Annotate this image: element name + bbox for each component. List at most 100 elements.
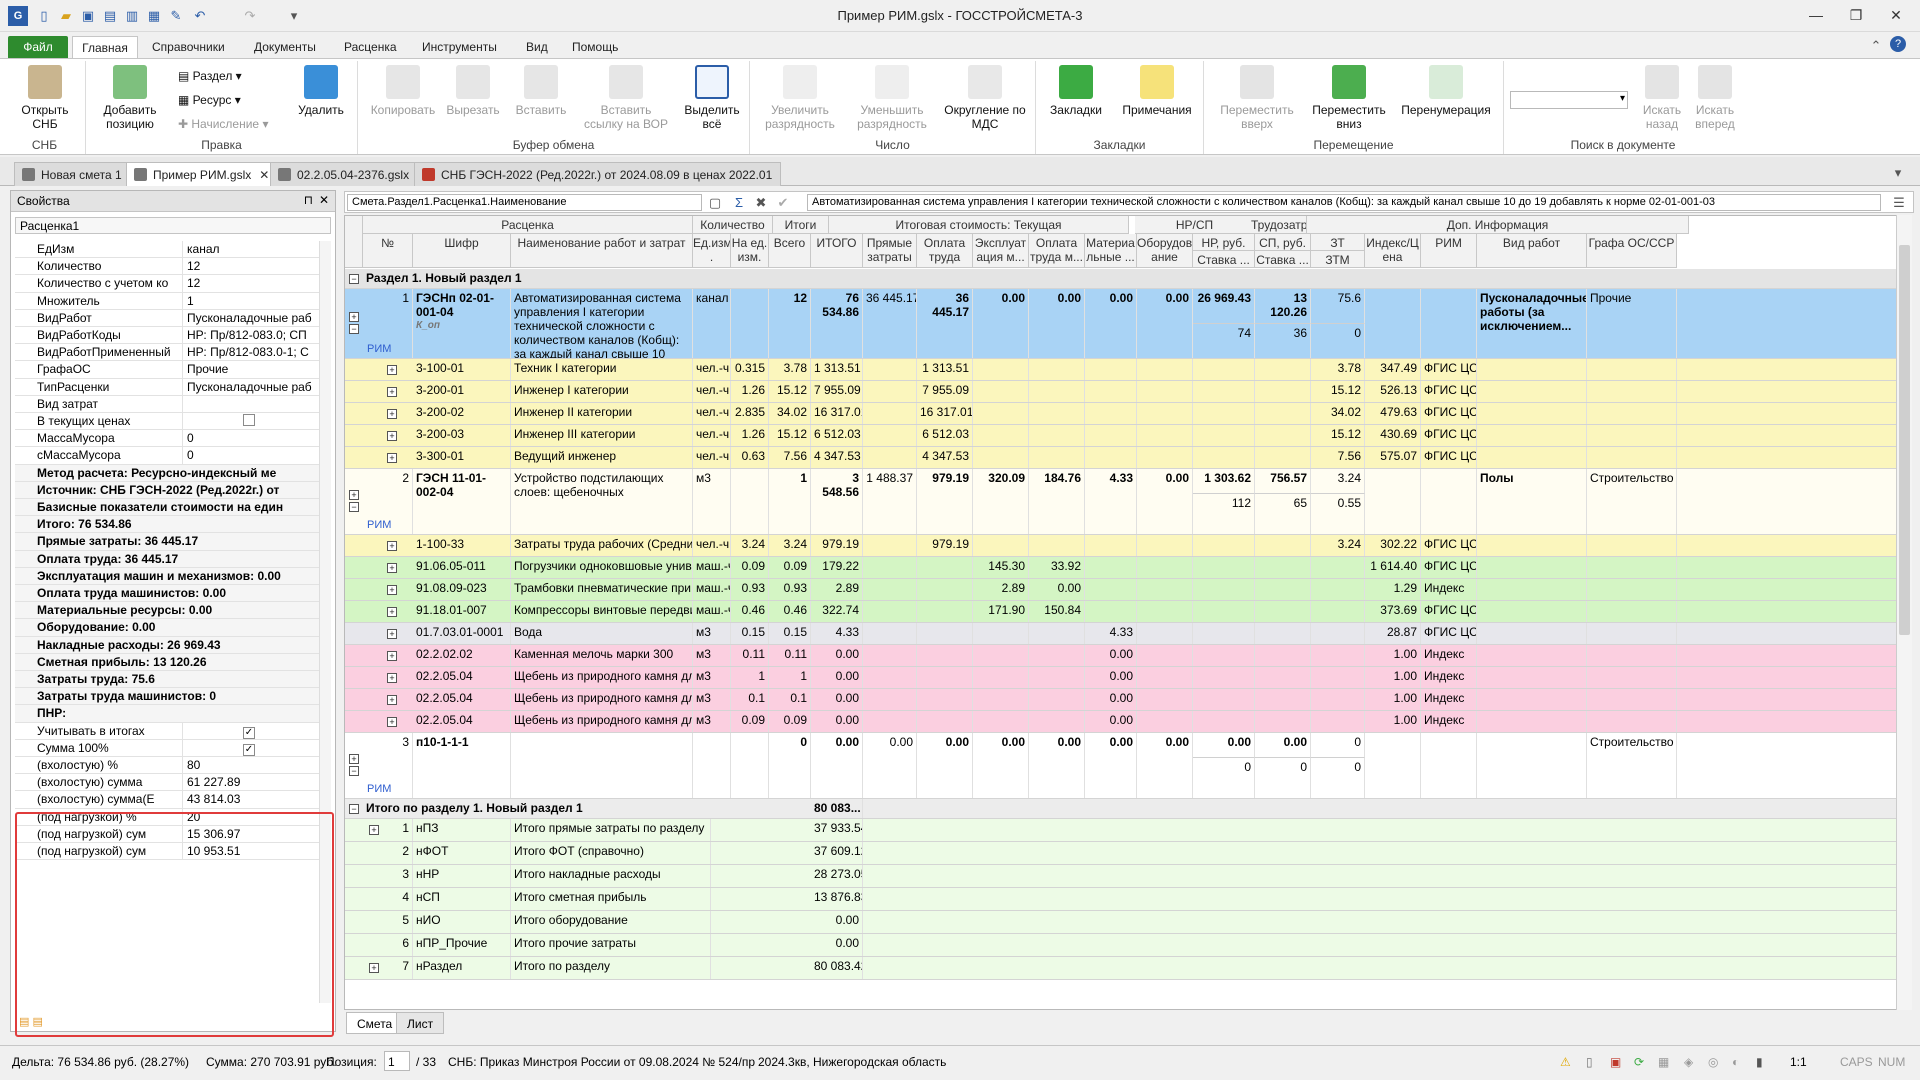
property-category[interactable]: ›Итого: 76 534.86 <box>15 516 327 534</box>
close-window-button[interactable]: ✕ <box>1876 4 1916 28</box>
computer-icon[interactable]: ▣ <box>1610 1055 1621 1069</box>
property-category[interactable]: ›Затраты труда: 75.6 <box>15 671 327 689</box>
tab-view[interactable]: Вид <box>518 36 556 59</box>
tab-references[interactable]: Справочники <box>144 36 233 59</box>
pin-icon[interactable]: ⊓ <box>304 193 313 207</box>
resource-row[interactable]: +91.08.09-023 Трамбовки пневматические пр… <box>345 579 1899 601</box>
scrollbar-thumb[interactable] <box>1899 245 1910 635</box>
total-row[interactable]: 5 нИО Итого оборудование 0.00 <box>345 911 1899 934</box>
resource-row[interactable]: +02.2.05.04Щебень из природного камня дл… <box>345 689 1899 711</box>
property-row[interactable]: (вхолостую) сумма 61 227.89 <box>15 774 327 792</box>
checkbox[interactable] <box>243 414 255 426</box>
page-icon[interactable]: ▯ <box>1586 1055 1593 1069</box>
property-row[interactable]: ТипРасценки Пусконаладочные раб <box>15 378 327 396</box>
sheet-tab-list[interactable]: Лист <box>396 1012 445 1034</box>
resource-row[interactable]: +3-200-01 Инженер I категории чел.-ч 1.26 15… <box>345 381 1899 403</box>
expand-formula-icon[interactable]: ☰ <box>1891 195 1907 211</box>
tabs-dropdown-icon[interactable]: ▾ <box>1888 163 1908 183</box>
close-panel-icon[interactable]: ✕ <box>319 193 329 207</box>
property-row[interactable]: (вхолостую) % 80 <box>15 757 327 775</box>
add-resource-button[interactable]: ▦ Ресурс ▾ <box>178 91 241 109</box>
column-subheader[interactable]: ЗТМ <box>1311 251 1365 268</box>
refresh-icon[interactable]: ⟳ <box>1634 1055 1644 1069</box>
property-value[interactable]: 1 <box>184 293 327 309</box>
doc-tab-new-estimate[interactable]: Новая смета 1 <box>14 162 131 186</box>
add-accrual-button[interactable]: ✚ Начисление ▾ <box>178 115 268 133</box>
resource-row[interactable]: +91.06.05-011 Погрузчики одноковшовые уни… <box>345 557 1899 579</box>
property-category[interactable]: ›Эксплуатация машин и механизмов: 0.00 <box>15 567 327 585</box>
column-header[interactable]: Всего <box>769 234 811 268</box>
expand-toggle-icon[interactable]: + <box>387 541 397 551</box>
object-selector[interactable]: Расценка1 <box>15 217 331 234</box>
resource-row[interactable]: +91.18.01-007 Компрессоры винтовые передв… <box>345 601 1899 623</box>
expand-toggle-icon[interactable]: − <box>349 502 359 512</box>
column-subheader[interactable]: Ставка ... <box>1193 251 1255 268</box>
cut-button[interactable]: Вырезать <box>444 65 502 117</box>
property-category[interactable]: ›Оплата труда машинистов: 0.00 <box>15 585 327 603</box>
column-header[interactable]: РИМ <box>1421 234 1477 268</box>
property-row[interactable]: ВидРабот Пусконаладочные раб <box>15 309 327 327</box>
tab-home[interactable]: Главная <box>72 36 138 59</box>
sync-icon[interactable]: ◐ <box>1732 1055 1739 1069</box>
maximize-button[interactable]: ❐ <box>1836 4 1876 28</box>
expand-toggle-icon[interactable]: + <box>387 409 397 419</box>
column-header[interactable]: Вид работ <box>1477 234 1587 268</box>
position-row[interactable]: + − РИМ 1 ГЭСНп 02-01-001-04 К_оп Автоматизиро… <box>345 289 1899 359</box>
paste-button[interactable]: Вставить <box>510 65 572 117</box>
column-header[interactable]: Эксплуат ация м... <box>973 234 1029 268</box>
resource-row[interactable]: +01.7.03.01-0001 Вода м3 0.15 0.15 4.33 4.33 28… <box>345 623 1899 645</box>
property-row[interactable]: МассаМусора 0 <box>15 430 327 448</box>
column-header[interactable]: № <box>363 234 413 268</box>
property-row[interactable]: ВидРаботПримененный НР: Пр/812-083.0-1; С <box>15 344 327 362</box>
property-row[interactable]: Учитывать в итогах ✓ <box>15 722 327 740</box>
doc-tab-example-rim[interactable]: Пример РИМ.gslx ✕ <box>126 162 279 186</box>
select-all-button[interactable]: Выделить всё <box>680 65 744 131</box>
close-tab-icon[interactable]: ✕ <box>259 168 269 182</box>
expand-toggle-icon[interactable]: + <box>387 651 397 661</box>
column-header[interactable]: Индекс/Ц ена <box>1365 234 1421 268</box>
book-status-icon[interactable]: ▮ <box>1756 1055 1763 1069</box>
property-value[interactable] <box>184 413 327 429</box>
property-row[interactable]: ВидРаботКоды НР: Пр/812-083.0; СП <box>15 327 327 345</box>
tab-file[interactable]: Файл <box>8 36 68 59</box>
expand-toggle-icon[interactable]: + <box>387 431 397 441</box>
doc-tab-snb[interactable]: СНБ ГЭСН-2022 (Ред.2022г.) от 2024.08.09… <box>414 162 782 186</box>
expand-toggle-icon[interactable]: − <box>349 324 359 334</box>
increase-precision-button[interactable]: Увеличить разрядность <box>758 65 842 131</box>
search-forward-button[interactable]: Искать вперед <box>1690 65 1740 131</box>
tools-icon[interactable]: ◎ <box>1708 1055 1718 1069</box>
resource-row[interactable]: +3-100-01 Техник I категории чел.-ч 0.315 3.… <box>345 359 1899 381</box>
total-row[interactable]: +7 нРаздел Итого по разделу 80 083.42 <box>345 957 1899 980</box>
help-icon[interactable]: ? <box>1890 36 1906 52</box>
property-value[interactable]: Пусконаладочные раб <box>184 310 327 326</box>
property-row[interactable]: ЕдИзм канал <box>15 241 327 259</box>
resource-row[interactable]: +02.2.02.02 Каменная мелочь марки 300 м3 0.… <box>345 645 1899 667</box>
property-value[interactable]: 12 <box>184 275 327 291</box>
property-category[interactable]: ⌄ПНР: <box>15 705 327 723</box>
property-value[interactable]: НР: Пр/812-083.0-1; С <box>184 344 327 360</box>
column-header[interactable]: Ед.изм . <box>693 234 731 268</box>
expand-toggle-icon[interactable]: − <box>349 804 359 814</box>
resource-row[interactable]: +3-300-01 Ведущий инженер чел.-ч 0.63 7.56 4 … <box>345 447 1899 469</box>
property-category[interactable]: ›Сметная прибыль: 13 120.26 <box>15 653 327 671</box>
column-header[interactable]: Прямые затраты <box>863 234 917 268</box>
zoom-level[interactable]: 1:1 <box>1790 1055 1807 1069</box>
move-up-button[interactable]: Переместить вверх <box>1212 65 1302 131</box>
expand-toggle-icon[interactable]: + <box>387 387 397 397</box>
position-input[interactable]: 1 <box>384 1051 410 1071</box>
expand-toggle-icon[interactable]: + <box>387 673 397 683</box>
property-value[interactable]: Пусконаладочные раб <box>184 379 327 395</box>
property-category[interactable]: ›Затраты труда машинистов: 0 <box>15 688 327 706</box>
expand-toggle-icon[interactable]: + <box>349 754 359 764</box>
tab-help[interactable]: Помощь <box>564 36 626 59</box>
notes-button[interactable]: Примечания <box>1116 65 1198 117</box>
property-row[interactable]: В текущих ценах <box>15 413 327 431</box>
column-header[interactable]: Оборудов ание <box>1137 234 1193 268</box>
property-value[interactable]: Прочие <box>184 361 327 377</box>
expand-toggle-icon[interactable]: − <box>349 766 359 776</box>
property-value[interactable]: НР: Пр/812-083.0; СП <box>184 327 327 343</box>
property-value[interactable]: 0 <box>184 430 327 446</box>
column-header[interactable]: НР, руб. <box>1193 234 1255 251</box>
position-row[interactable]: + − РИМ 3 п10-1-1-1 0 0.00 0.00 0.00 0.00 0.00 0.00… <box>345 733 1899 799</box>
expand-toggle-icon[interactable]: + <box>387 563 397 573</box>
